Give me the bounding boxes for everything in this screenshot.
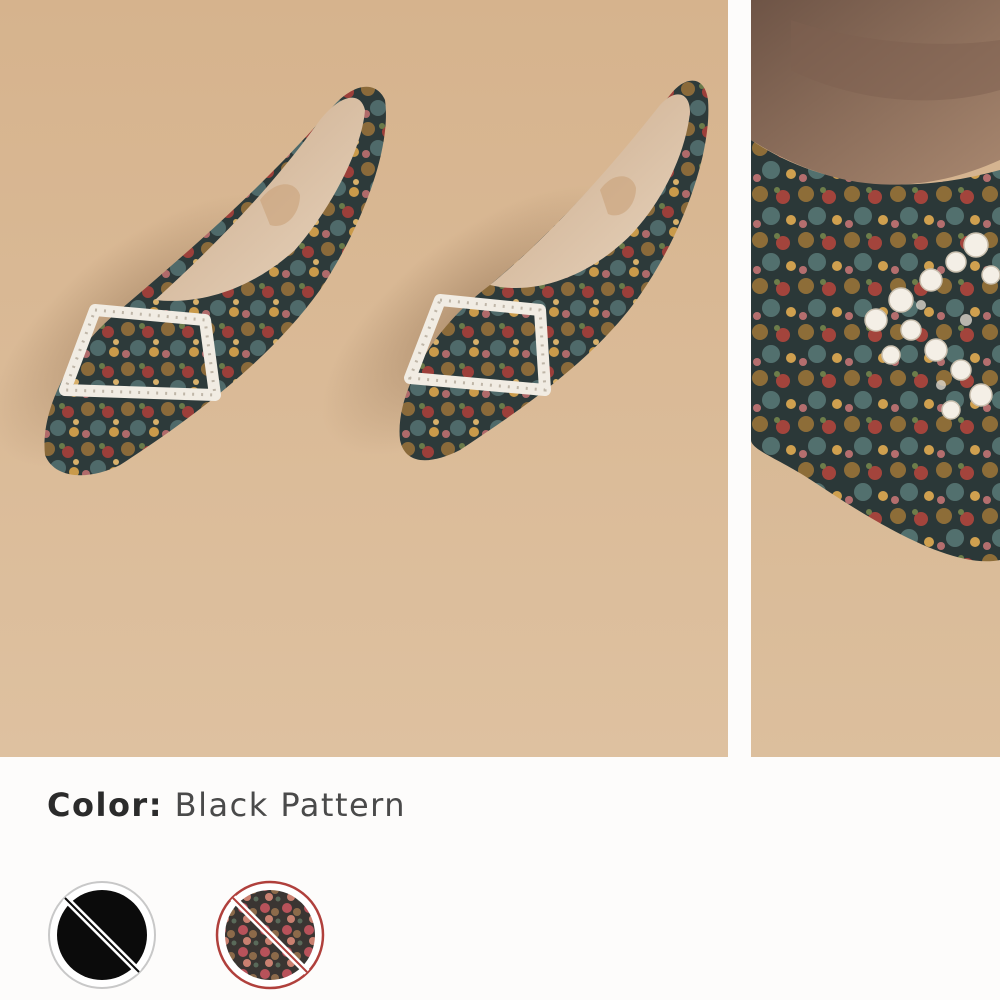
gallery-image-main[interactable] (0, 0, 728, 757)
selected-color: Color: Black Pattern (47, 786, 406, 824)
swatch-pink-tapestry-unavailable-icon (215, 880, 325, 990)
swatch-black-unavailable-icon (48, 881, 156, 989)
product-photo-pair (0, 0, 728, 757)
color-value: Black Pattern (174, 786, 407, 824)
gallery-image-next[interactable] (751, 0, 1000, 757)
product-page: Color: Black Pattern (0, 0, 1000, 1000)
swatch-black[interactable] (47, 880, 157, 990)
color-label: Color: (47, 786, 163, 824)
product-image-gallery[interactable] (0, 0, 1000, 757)
swatch-pink-tapestry[interactable] (215, 880, 325, 990)
color-swatches (47, 880, 347, 992)
product-photo-closeup (751, 0, 1000, 757)
